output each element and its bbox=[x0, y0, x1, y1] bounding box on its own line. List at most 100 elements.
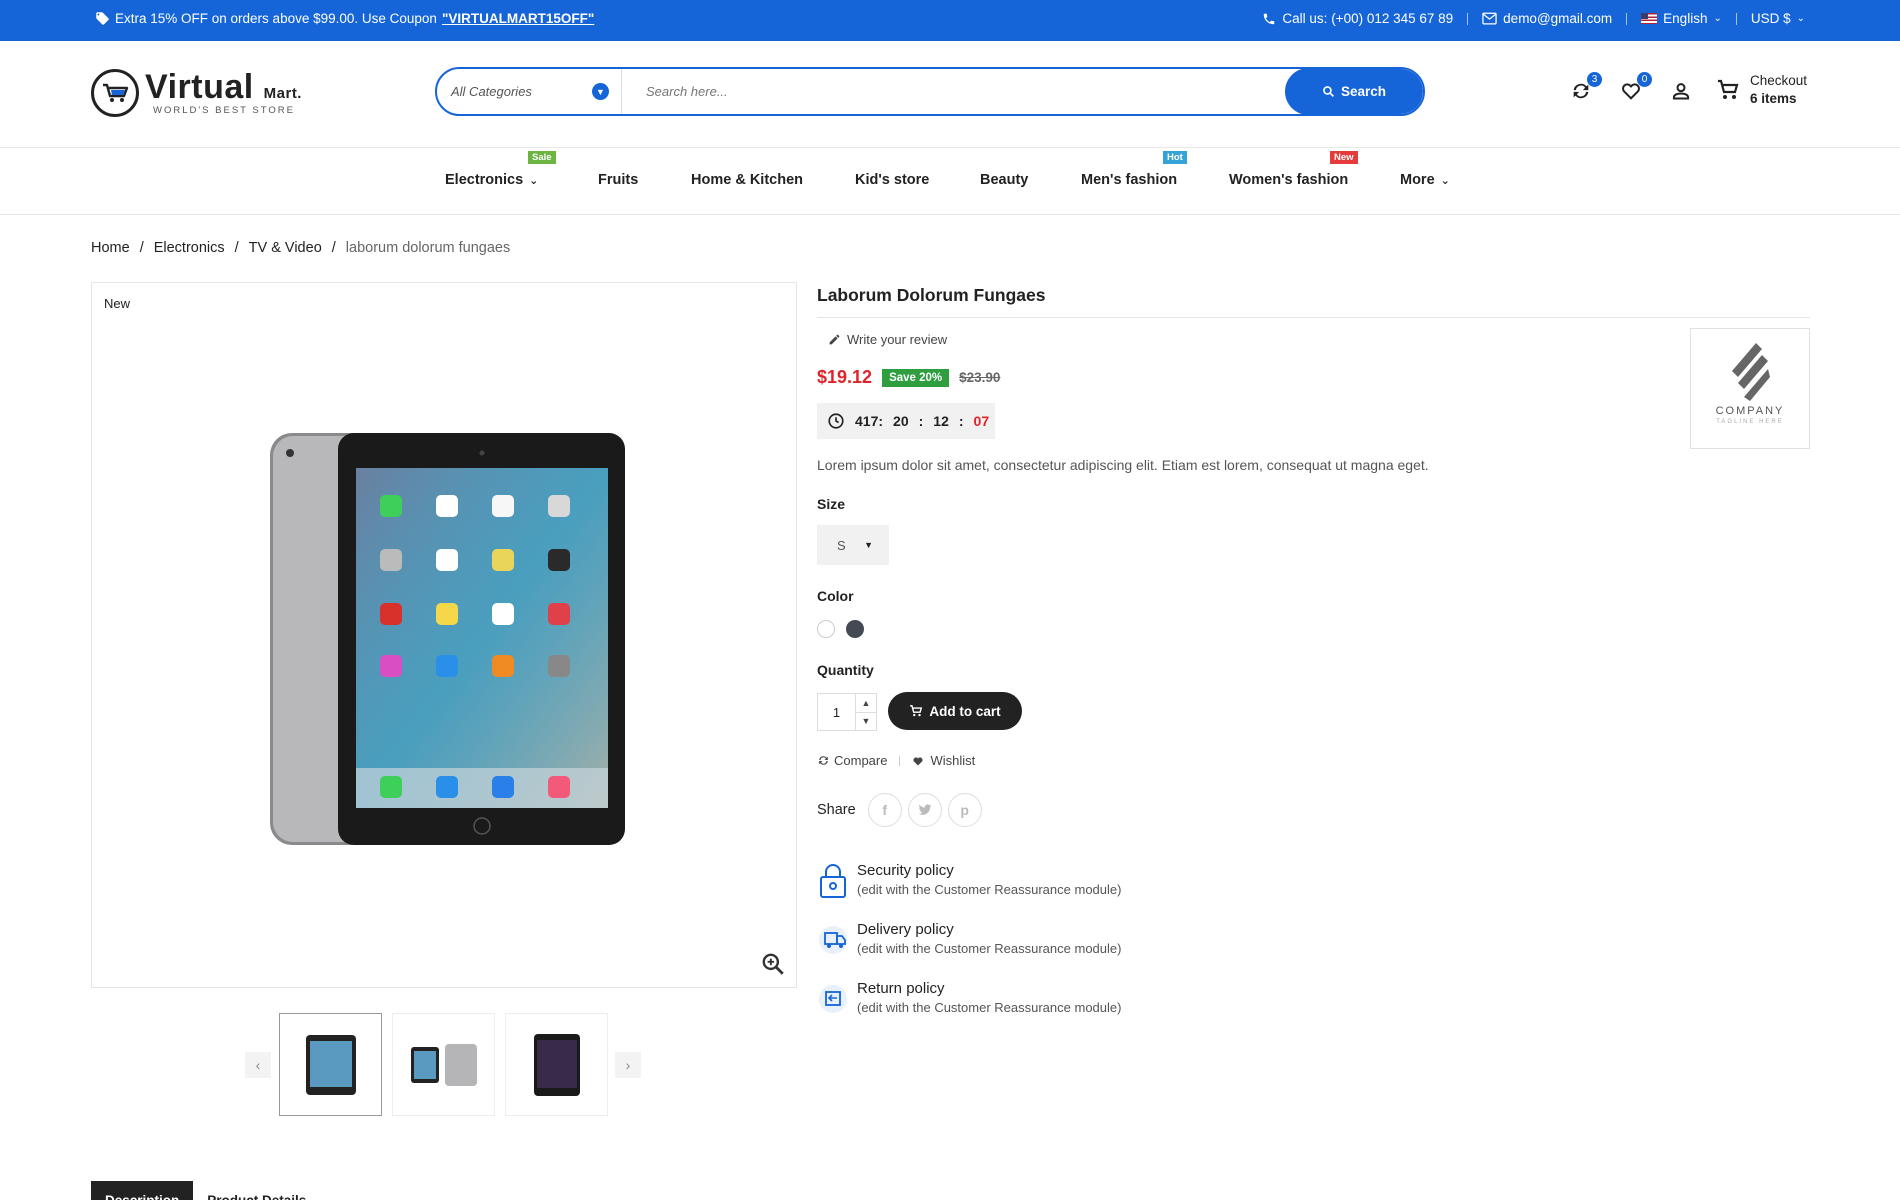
thumbnail-1[interactable] bbox=[279, 1013, 382, 1116]
nav-item-fruits[interactable]: Fruits bbox=[598, 172, 638, 188]
thumbnail-2[interactable] bbox=[392, 1013, 495, 1116]
product-tabs: Description Product Details bbox=[91, 1181, 320, 1200]
shopping-cart-icon bbox=[1718, 79, 1739, 99]
product-description: Lorem ipsum dolor sit amet, consectetur … bbox=[817, 457, 1429, 473]
nav-divider bbox=[0, 214, 1900, 215]
coupon-code-link[interactable]: "VIRTUALMART15OFF" bbox=[442, 11, 594, 26]
top-bar: Extra 15% OFF on orders above $99.00. Us… bbox=[0, 0, 1900, 41]
twitter-share-button[interactable] bbox=[907, 793, 942, 827]
breadcrumb-home[interactable]: Home bbox=[91, 240, 130, 256]
quantity-stepper: 1 ▲ ▼ bbox=[817, 693, 877, 731]
breadcrumb-tv-video[interactable]: TV & Video bbox=[249, 240, 322, 256]
logo-wordmark: Virtual Mart. bbox=[145, 68, 302, 107]
phone-contact[interactable]: Call us: (+00) 012 345 67 89 bbox=[1248, 11, 1467, 26]
chevron-down-icon: ⌄ bbox=[1796, 13, 1805, 24]
chevron-down-icon: ⌄ bbox=[1713, 13, 1722, 24]
compare-link[interactable]: Compare bbox=[817, 753, 887, 768]
timer-minutes: 12 bbox=[933, 413, 949, 429]
thumb-prev-button[interactable]: ‹ bbox=[245, 1052, 271, 1078]
phone-icon bbox=[1264, 13, 1275, 24]
compare-button[interactable]: 3 bbox=[1566, 72, 1602, 106]
tab-product-details[interactable]: Product Details bbox=[193, 1181, 320, 1200]
site-logo[interactable]: Virtual Mart. WORLD'S BEST STORE bbox=[91, 69, 302, 117]
breadcrumb: Home / Electronics / TV & Video / laborum d… bbox=[91, 240, 511, 256]
timer-hours: 20 bbox=[893, 413, 909, 429]
header-divider bbox=[0, 147, 1900, 148]
save-badge: Save 20% bbox=[882, 368, 950, 387]
breadcrumb-electronics[interactable]: Electronics bbox=[154, 240, 225, 256]
search-input[interactable] bbox=[622, 69, 1285, 114]
currency-selector[interactable]: USD $ ⌄ bbox=[1737, 11, 1805, 26]
tablet-thumb-image bbox=[410, 1043, 477, 1086]
quantity-decrease-button[interactable]: ▼ bbox=[856, 713, 876, 731]
promo-text: Extra 15% OFF on orders above $99.00. Us… bbox=[115, 11, 437, 26]
lock-icon bbox=[820, 864, 846, 898]
nav-tag-hot: Hot bbox=[1163, 151, 1187, 164]
breadcrumb-current: laborum dolorum fungaes bbox=[345, 240, 511, 256]
search-button[interactable]: Search bbox=[1285, 69, 1423, 114]
return-policy-title: Return policy bbox=[857, 980, 945, 997]
nav-tag-sale: Sale bbox=[528, 151, 556, 164]
facebook-share-button[interactable]: f bbox=[867, 793, 902, 827]
share-block: Share f p bbox=[817, 793, 982, 827]
heart-icon bbox=[913, 757, 923, 765]
wishlist-button[interactable]: 0 bbox=[1616, 72, 1652, 106]
phone-text: Call us: (+00) 012 345 67 89 bbox=[1282, 11, 1454, 26]
nav-item-kids-store[interactable]: Kid's store bbox=[855, 172, 929, 188]
pinterest-share-button[interactable]: p bbox=[947, 793, 982, 827]
delivery-policy-title: Delivery policy bbox=[857, 921, 954, 938]
cart-add-icon bbox=[910, 705, 923, 717]
company-logo-mark bbox=[1732, 343, 1770, 401]
nav-item-home-kitchen[interactable]: Home & Kitchen bbox=[691, 172, 803, 188]
thumb-next-button[interactable]: › bbox=[615, 1052, 641, 1078]
timer-seconds: 07 bbox=[973, 413, 990, 429]
refresh-icon bbox=[819, 756, 828, 765]
return-policy-subtitle: (edit with the Customer Reassurance modu… bbox=[857, 1000, 1122, 1015]
size-label: Size bbox=[817, 496, 846, 512]
search-bar: All Categories ▼ Search bbox=[435, 67, 1425, 116]
brand-tagline: TAGLINE HERE bbox=[1716, 419, 1784, 425]
chevron-down-icon: ▼ bbox=[592, 83, 609, 100]
wishlist-count-badge: 0 bbox=[1637, 72, 1652, 87]
color-swatch-dark[interactable] bbox=[846, 620, 864, 638]
delivery-policy-subtitle: (edit with the Customer Reassurance modu… bbox=[857, 941, 1122, 956]
language-selector[interactable]: English ⌄ bbox=[1627, 11, 1736, 26]
thumbnail-3[interactable] bbox=[505, 1013, 608, 1116]
quantity-increase-button[interactable]: ▲ bbox=[856, 694, 876, 713]
mail-icon bbox=[1482, 12, 1497, 25]
compare-count-badge: 3 bbox=[1587, 72, 1602, 87]
brand-logo[interactable]: COMPANY TAGLINE HERE bbox=[1690, 328, 1810, 449]
cart-items-count: 6 items bbox=[1750, 91, 1797, 106]
compare-wishlist-links: Compare Wishlist bbox=[817, 753, 975, 768]
write-review-link[interactable]: Write your review bbox=[828, 332, 947, 347]
account-button[interactable] bbox=[1666, 76, 1696, 106]
size-select[interactable]: S ▼ bbox=[817, 525, 889, 565]
pinterest-icon: p bbox=[960, 802, 969, 818]
wishlist-link[interactable]: Wishlist bbox=[912, 753, 975, 768]
product-title: Laborum Dolorum Fungaes bbox=[817, 285, 1046, 305]
category-select[interactable]: All Categories ▼ bbox=[437, 69, 622, 114]
checkout-cart[interactable]: Checkout 6 items bbox=[1716, 72, 1807, 108]
old-price: $23.90 bbox=[959, 370, 1001, 385]
timer-days: 417: bbox=[855, 413, 884, 429]
zoom-in-icon[interactable] bbox=[760, 951, 786, 977]
tab-description[interactable]: Description bbox=[91, 1181, 194, 1200]
nav-item-womens-fashion[interactable]: Women's fashion bbox=[1229, 172, 1348, 188]
email-contact[interactable]: demo@gmail.com bbox=[1468, 11, 1626, 26]
email-text: demo@gmail.com bbox=[1503, 11, 1613, 26]
language-label: English bbox=[1663, 11, 1708, 26]
chevron-down-icon: ⌄ bbox=[529, 174, 539, 187]
add-to-cart-button[interactable]: Add to cart bbox=[888, 692, 1022, 730]
quantity-label: Quantity bbox=[817, 662, 874, 678]
cart-icon bbox=[103, 83, 129, 102]
delivery-truck-icon bbox=[819, 926, 847, 954]
nav-item-beauty[interactable]: Beauty bbox=[980, 172, 1028, 188]
nav-item-electronics[interactable]: Electronics ⌄ bbox=[445, 172, 538, 188]
logo-cart-emblem bbox=[91, 69, 139, 117]
nav-tag-new: New bbox=[1330, 151, 1358, 164]
nav-item-mens-fashion[interactable]: Men's fashion bbox=[1081, 172, 1177, 188]
quantity-input[interactable]: 1 bbox=[818, 694, 856, 730]
nav-item-more[interactable]: More ⌄ bbox=[1400, 172, 1450, 188]
color-swatch-white[interactable] bbox=[817, 620, 835, 638]
currency-label: USD $ bbox=[1750, 11, 1791, 26]
